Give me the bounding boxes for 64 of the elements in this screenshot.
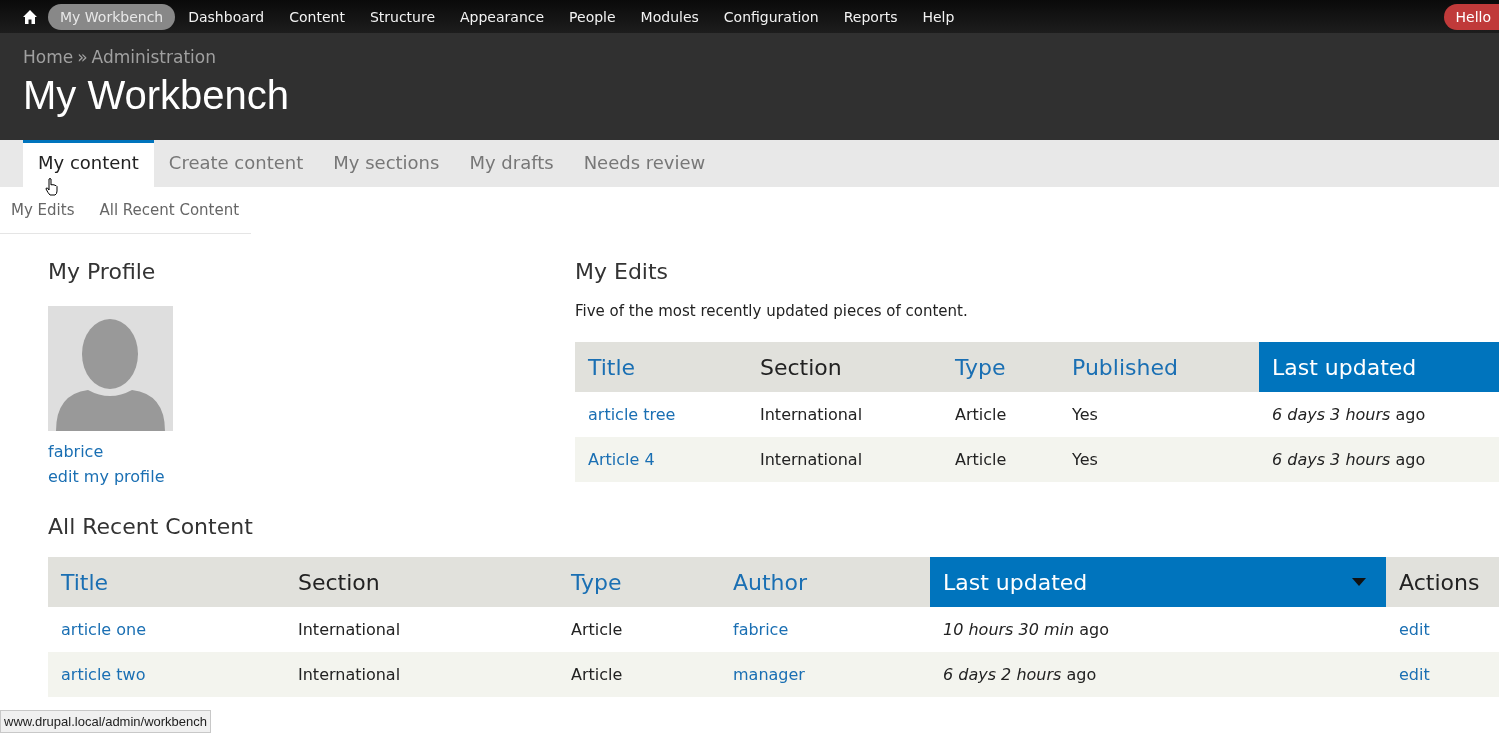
tab[interactable]: Needs review [568, 140, 721, 187]
table-cell: Article [571, 620, 623, 639]
breadcrumb-link[interactable]: Administration [91, 47, 216, 67]
username-link[interactable]: fabrice [48, 439, 104, 464]
home-icon[interactable] [22, 8, 38, 25]
column-header[interactable]: Author [720, 557, 930, 607]
table-cell: International [298, 665, 401, 684]
section-heading: All Recent Content [48, 514, 254, 539]
subtab-link[interactable]: My Edits [11, 201, 75, 219]
subtab-link[interactable]: All Recent Content [99, 201, 240, 219]
table-cell: Yes [1072, 450, 1098, 469]
breadcrumb-separator: » [77, 47, 88, 67]
table-cell: International [760, 450, 863, 469]
hand-cursor-icon [45, 178, 59, 196]
section-heading: My Profile [48, 259, 156, 284]
table-cell: 6 days 3 hours ago [1272, 405, 1426, 424]
column-header[interactable]: Last updated [1259, 342, 1499, 392]
toolbar-link[interactable]: People [557, 3, 628, 30]
avatar-icon [48, 306, 173, 431]
table-link[interactable]: article two [61, 662, 146, 687]
toolbar-link[interactable]: Dashboard [176, 3, 277, 30]
tab[interactable]: My content [23, 140, 154, 187]
column-header: Actions [1386, 557, 1499, 607]
toolbar-link[interactable]: Help [910, 3, 967, 30]
tab[interactable]: My sections [318, 140, 455, 187]
column-header: Section [285, 557, 558, 607]
column-header[interactable]: Last updated [930, 557, 1386, 607]
table-cell: 6 days 2 hours ago [943, 665, 1097, 684]
table-link[interactable]: edit [1399, 662, 1430, 687]
table-cell: 10 hours 30 min ago [943, 620, 1109, 639]
toolbar-link[interactable]: Modules [628, 3, 711, 30]
table-cell: 6 days 3 hours ago [1272, 450, 1426, 469]
table-cell: International [298, 620, 401, 639]
table-cell: Article [955, 450, 1007, 469]
column-header[interactable]: Type [942, 342, 1059, 392]
column-header[interactable]: Published [1059, 342, 1259, 392]
table-link[interactable]: manager [733, 662, 805, 687]
page-title: My Workbench [23, 73, 290, 118]
breadcrumb-link[interactable]: Home [23, 47, 74, 67]
toolbar-link[interactable]: Reports [831, 3, 910, 30]
table-link[interactable]: article one [61, 617, 147, 642]
toolbar-link[interactable]: Structure [357, 3, 447, 30]
toolbar-link[interactable]: Content [277, 3, 357, 30]
toolbar-link[interactable]: Appearance [448, 3, 557, 30]
section-heading: My Edits [575, 259, 670, 284]
table-link[interactable]: edit [1399, 617, 1430, 642]
edit-profile-link[interactable]: edit my profile [48, 464, 165, 489]
table-cell: Article [571, 665, 623, 684]
status-url-tooltip: www.drupal.local/admin/workbench [0, 710, 212, 733]
user-button[interactable]: Hello [1443, 3, 1499, 30]
toolbar-link[interactable]: Configuration [711, 3, 831, 30]
column-header[interactable]: Title [48, 557, 285, 607]
tab[interactable]: Create content [153, 140, 319, 187]
table-link[interactable]: fabrice [733, 617, 789, 642]
column-header[interactable]: Type [558, 557, 720, 607]
tab[interactable]: My drafts [454, 140, 569, 187]
column-header[interactable]: Title [575, 342, 747, 392]
toolbar-link[interactable]: My Workbench [48, 3, 176, 30]
table-cell: International [760, 405, 863, 424]
table-cell: Article [955, 405, 1007, 424]
table-cell: Yes [1072, 405, 1098, 424]
column-header: Section [747, 342, 942, 392]
description: Five of the most recently updated pieces of content. [575, 302, 969, 320]
table-link[interactable]: article tree [588, 402, 676, 427]
